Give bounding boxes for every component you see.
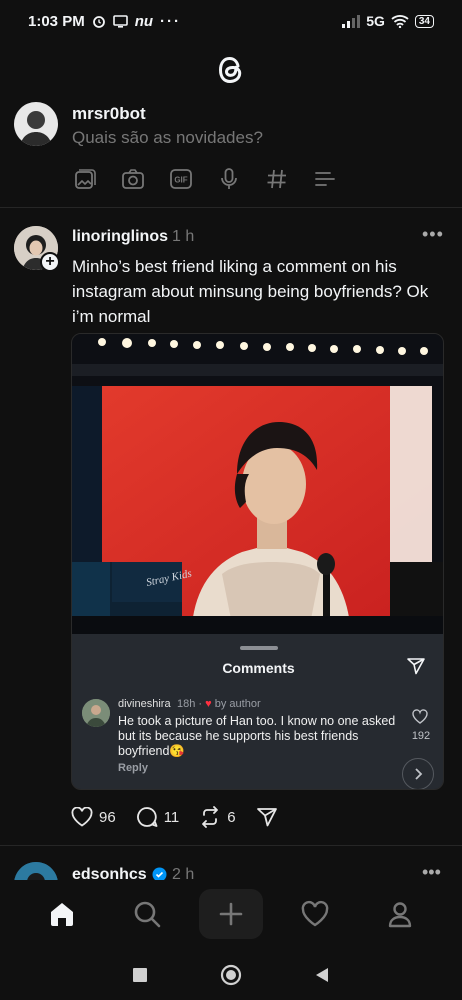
battery-indicator: 34 xyxy=(414,14,434,28)
tab-activity[interactable] xyxy=(283,889,347,939)
new-thread-composer[interactable]: mrsr0bot Quais são as novidades? GIF xyxy=(0,96,462,208)
profile-icon xyxy=(388,902,411,928)
create-icon xyxy=(219,902,243,926)
composer-input[interactable]: Quais são as novidades? xyxy=(72,128,263,148)
heart-icon: ♥ xyxy=(205,698,212,710)
comment-icon xyxy=(136,807,158,827)
concert-photo: Stray Kids xyxy=(72,334,443,634)
comment-text: He took a picture of Han too. I know no … xyxy=(118,714,396,758)
heart-icon xyxy=(71,807,93,827)
status-bar: 1:03 PM nu ··· 5G 34 xyxy=(0,0,462,42)
thread-post[interactable]: edsonhcs 2 h ••• xyxy=(0,858,462,882)
mic-icon[interactable] xyxy=(216,166,242,192)
repost-button[interactable]: 6 xyxy=(199,806,236,828)
camera-icon[interactable] xyxy=(120,166,146,192)
comment-like-icon xyxy=(412,709,428,729)
svg-text:GIF: GIF xyxy=(174,176,187,185)
alarm-icon xyxy=(92,14,106,28)
chevron-right-icon xyxy=(415,768,423,780)
recents-icon[interactable] xyxy=(132,967,148,983)
next-image-button[interactable] xyxy=(402,758,434,789)
follow-plus-icon[interactable]: + xyxy=(40,252,60,272)
comment-like-count: 192 xyxy=(411,730,431,742)
share-button[interactable] xyxy=(256,806,278,828)
threads-logo-icon[interactable] xyxy=(211,50,251,90)
tab-profile[interactable] xyxy=(368,889,432,939)
tab-create[interactable] xyxy=(198,889,263,939)
wifi-icon xyxy=(391,14,409,28)
tab-search[interactable] xyxy=(115,889,179,939)
comment-meta: 18h · ♥ by author xyxy=(177,698,261,710)
thread-post[interactable]: + linoringlinos 1 h ••• Minho’s best fri… xyxy=(0,216,462,846)
network-type: 5G xyxy=(366,13,385,29)
home-button-icon[interactable] xyxy=(220,964,242,986)
more-options-icon[interactable]: ••• xyxy=(422,862,441,882)
more-notifications-icon: ··· xyxy=(160,12,182,30)
sheet-grabber xyxy=(240,646,278,650)
post-text: Minho’s best friend liking a comment on … xyxy=(72,257,429,326)
gif-icon[interactable]: GIF xyxy=(168,166,194,192)
comment-time: 18h xyxy=(177,698,196,710)
reply-button[interactable]: 11 xyxy=(136,806,180,828)
activity-icon xyxy=(302,900,329,927)
post-media[interactable]: Stray Kids Comments divineshira 18h · ♥ … xyxy=(71,333,444,790)
home-icon xyxy=(51,903,74,926)
post-time: 1 h xyxy=(172,228,195,245)
signal-icon xyxy=(342,14,361,28)
comments-title: Comments xyxy=(222,660,295,676)
avatar[interactable] xyxy=(14,862,58,882)
system-nav-bar xyxy=(0,950,462,1000)
reply-count: 11 xyxy=(163,808,180,826)
like-count: 96 xyxy=(99,808,116,826)
back-icon[interactable] xyxy=(314,967,330,983)
gallery-icon[interactable] xyxy=(72,166,98,192)
repost-icon xyxy=(202,806,219,828)
notification-text: nu xyxy=(134,12,154,30)
post-username[interactable]: linoringlinos xyxy=(72,228,168,246)
composer-toolbar: GIF xyxy=(72,166,338,192)
tab-home[interactable] xyxy=(30,889,94,939)
search-icon xyxy=(134,901,160,928)
bottom-tab-bar xyxy=(0,880,462,948)
avatar[interactable] xyxy=(14,102,58,146)
repost-count: 6 xyxy=(227,808,236,826)
poll-icon[interactable] xyxy=(312,166,338,192)
cast-icon xyxy=(112,14,128,28)
commenter-avatar xyxy=(82,699,110,727)
embedded-comments-panel: Comments divineshira 18h · ♥ by author H… xyxy=(72,634,443,789)
status-time: 1:03 PM xyxy=(28,12,85,30)
comment-reply-label: Reply xyxy=(118,762,148,774)
more-options-icon[interactable]: ••• xyxy=(422,224,444,245)
send-icon xyxy=(406,656,426,681)
like-button[interactable]: 96 xyxy=(71,807,116,827)
post-actions: 96 11 6 xyxy=(71,806,278,828)
hashtag-icon[interactable] xyxy=(264,166,290,192)
by-author-label: by author xyxy=(214,698,261,710)
commenter-username: divineshira xyxy=(118,698,171,710)
send-icon xyxy=(256,808,277,827)
composer-username: mrsr0bot xyxy=(72,104,146,123)
